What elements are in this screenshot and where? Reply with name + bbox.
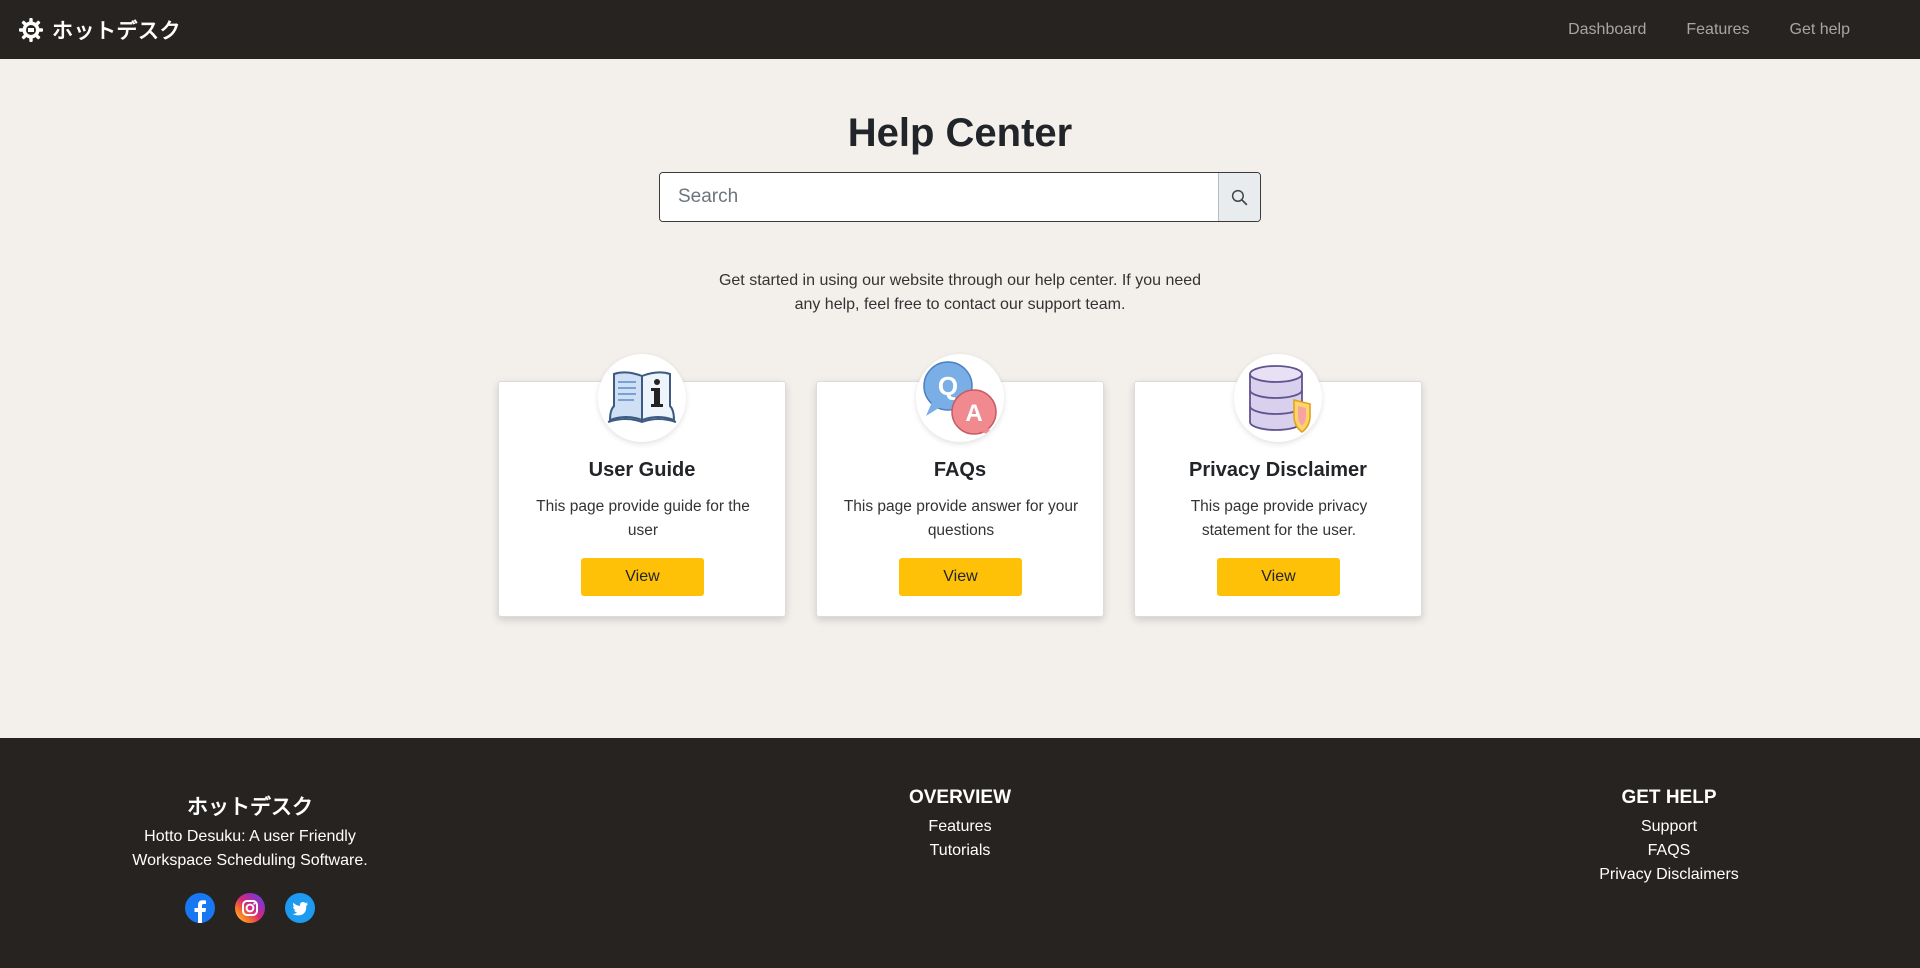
site-footer: ホットデスク Hotto Desuku: A user Friendly Wor… (0, 738, 1920, 968)
footer-overview: OVERVIEW Features Tutorials (860, 787, 1060, 863)
page-title: Help Center (847, 111, 1073, 155)
footer-brand: ホットデスク Hotto Desuku: A user Friendly Wor… (130, 791, 370, 923)
gear-logo-icon (19, 17, 43, 42)
twitter-link[interactable] (285, 893, 315, 923)
instagram-link[interactable] (235, 893, 265, 923)
card-description: This page provide guide for the user (536, 498, 750, 539)
brand-home-link[interactable]: ホットデスク (18, 15, 181, 45)
card-privacy-disclaimer: Privacy Disclaimer This page provide pri… (1134, 354, 1422, 617)
top-navbar: ホットデスク Dashboard Features Get help (0, 0, 1920, 59)
twitter-icon (292, 902, 308, 916)
intro-line-2: any help, feel free to contact our suppo… (794, 296, 1126, 313)
help-center-main: Help Center Get started in using our web… (0, 59, 1920, 738)
intro-line-1: Get started in using our website through… (718, 272, 1202, 289)
card-description: This page provide answer for your questi… (843, 498, 1079, 539)
footer-link-support[interactable]: Support (1569, 815, 1769, 839)
card-icon-wrapper: Q A (916, 354, 1004, 442)
nav-link-dashboard[interactable]: Dashboard (1548, 21, 1666, 39)
search-button[interactable] (1218, 173, 1260, 221)
footer-brand-description: Hotto Desuku: A user Friendly Workspace … (132, 828, 368, 869)
social-links (130, 893, 370, 923)
footer-get-help-heading: GET HELP (1621, 787, 1717, 808)
card-faqs: Q A FAQs This page provide answer for yo… (816, 354, 1104, 617)
view-faqs-button[interactable]: View (899, 558, 1022, 596)
nav-link-features[interactable]: Features (1666, 21, 1769, 39)
brand-name: ホットデスク (52, 18, 181, 43)
view-user-guide-button[interactable]: View (581, 558, 704, 596)
help-cards: User Guide This page provide guide for t… (498, 354, 1422, 617)
footer-get-help: GET HELP Support FAQS Privacy Disclaimer… (1569, 787, 1769, 887)
instagram-icon (242, 900, 258, 916)
card-title: Privacy Disclaimer (1189, 459, 1367, 481)
footer-link-faqs[interactable]: FAQS (1569, 839, 1769, 863)
search-icon (1231, 189, 1248, 205)
footer-link-tutorials[interactable]: Tutorials (860, 839, 1060, 863)
view-privacy-disclaimer-button[interactable]: View (1217, 558, 1340, 596)
card-user-guide: User Guide This page provide guide for t… (498, 354, 786, 617)
svg-text:Q: Q (938, 371, 958, 401)
card-title: FAQs (933, 459, 987, 481)
footer-link-features[interactable]: Features (860, 815, 1060, 839)
qa-bubbles-icon: Q A (923, 361, 997, 438)
search-input[interactable] (660, 173, 1218, 221)
database-shield-icon (1249, 365, 1311, 434)
footer-link-privacy-disclaimers[interactable]: Privacy Disclaimers (1569, 863, 1769, 887)
search-bar (659, 172, 1261, 222)
book-info-icon (607, 371, 677, 424)
footer-brand-title: ホットデスク (187, 795, 313, 819)
card-description: This page provide privacy statement for … (1190, 498, 1368, 539)
nav-link-get-help[interactable]: Get help (1770, 21, 1870, 39)
card-icon-wrapper (1234, 354, 1322, 442)
facebook-link[interactable] (185, 893, 215, 923)
facebook-icon (194, 900, 206, 923)
card-title: User Guide (588, 459, 696, 481)
card-icon-wrapper (598, 354, 686, 442)
svg-text:A: A (965, 400, 982, 427)
intro-text: Get started in using our website through… (700, 269, 1220, 317)
footer-overview-heading: OVERVIEW (908, 787, 1012, 808)
nav-links: Dashboard Features Get help (1548, 21, 1870, 39)
